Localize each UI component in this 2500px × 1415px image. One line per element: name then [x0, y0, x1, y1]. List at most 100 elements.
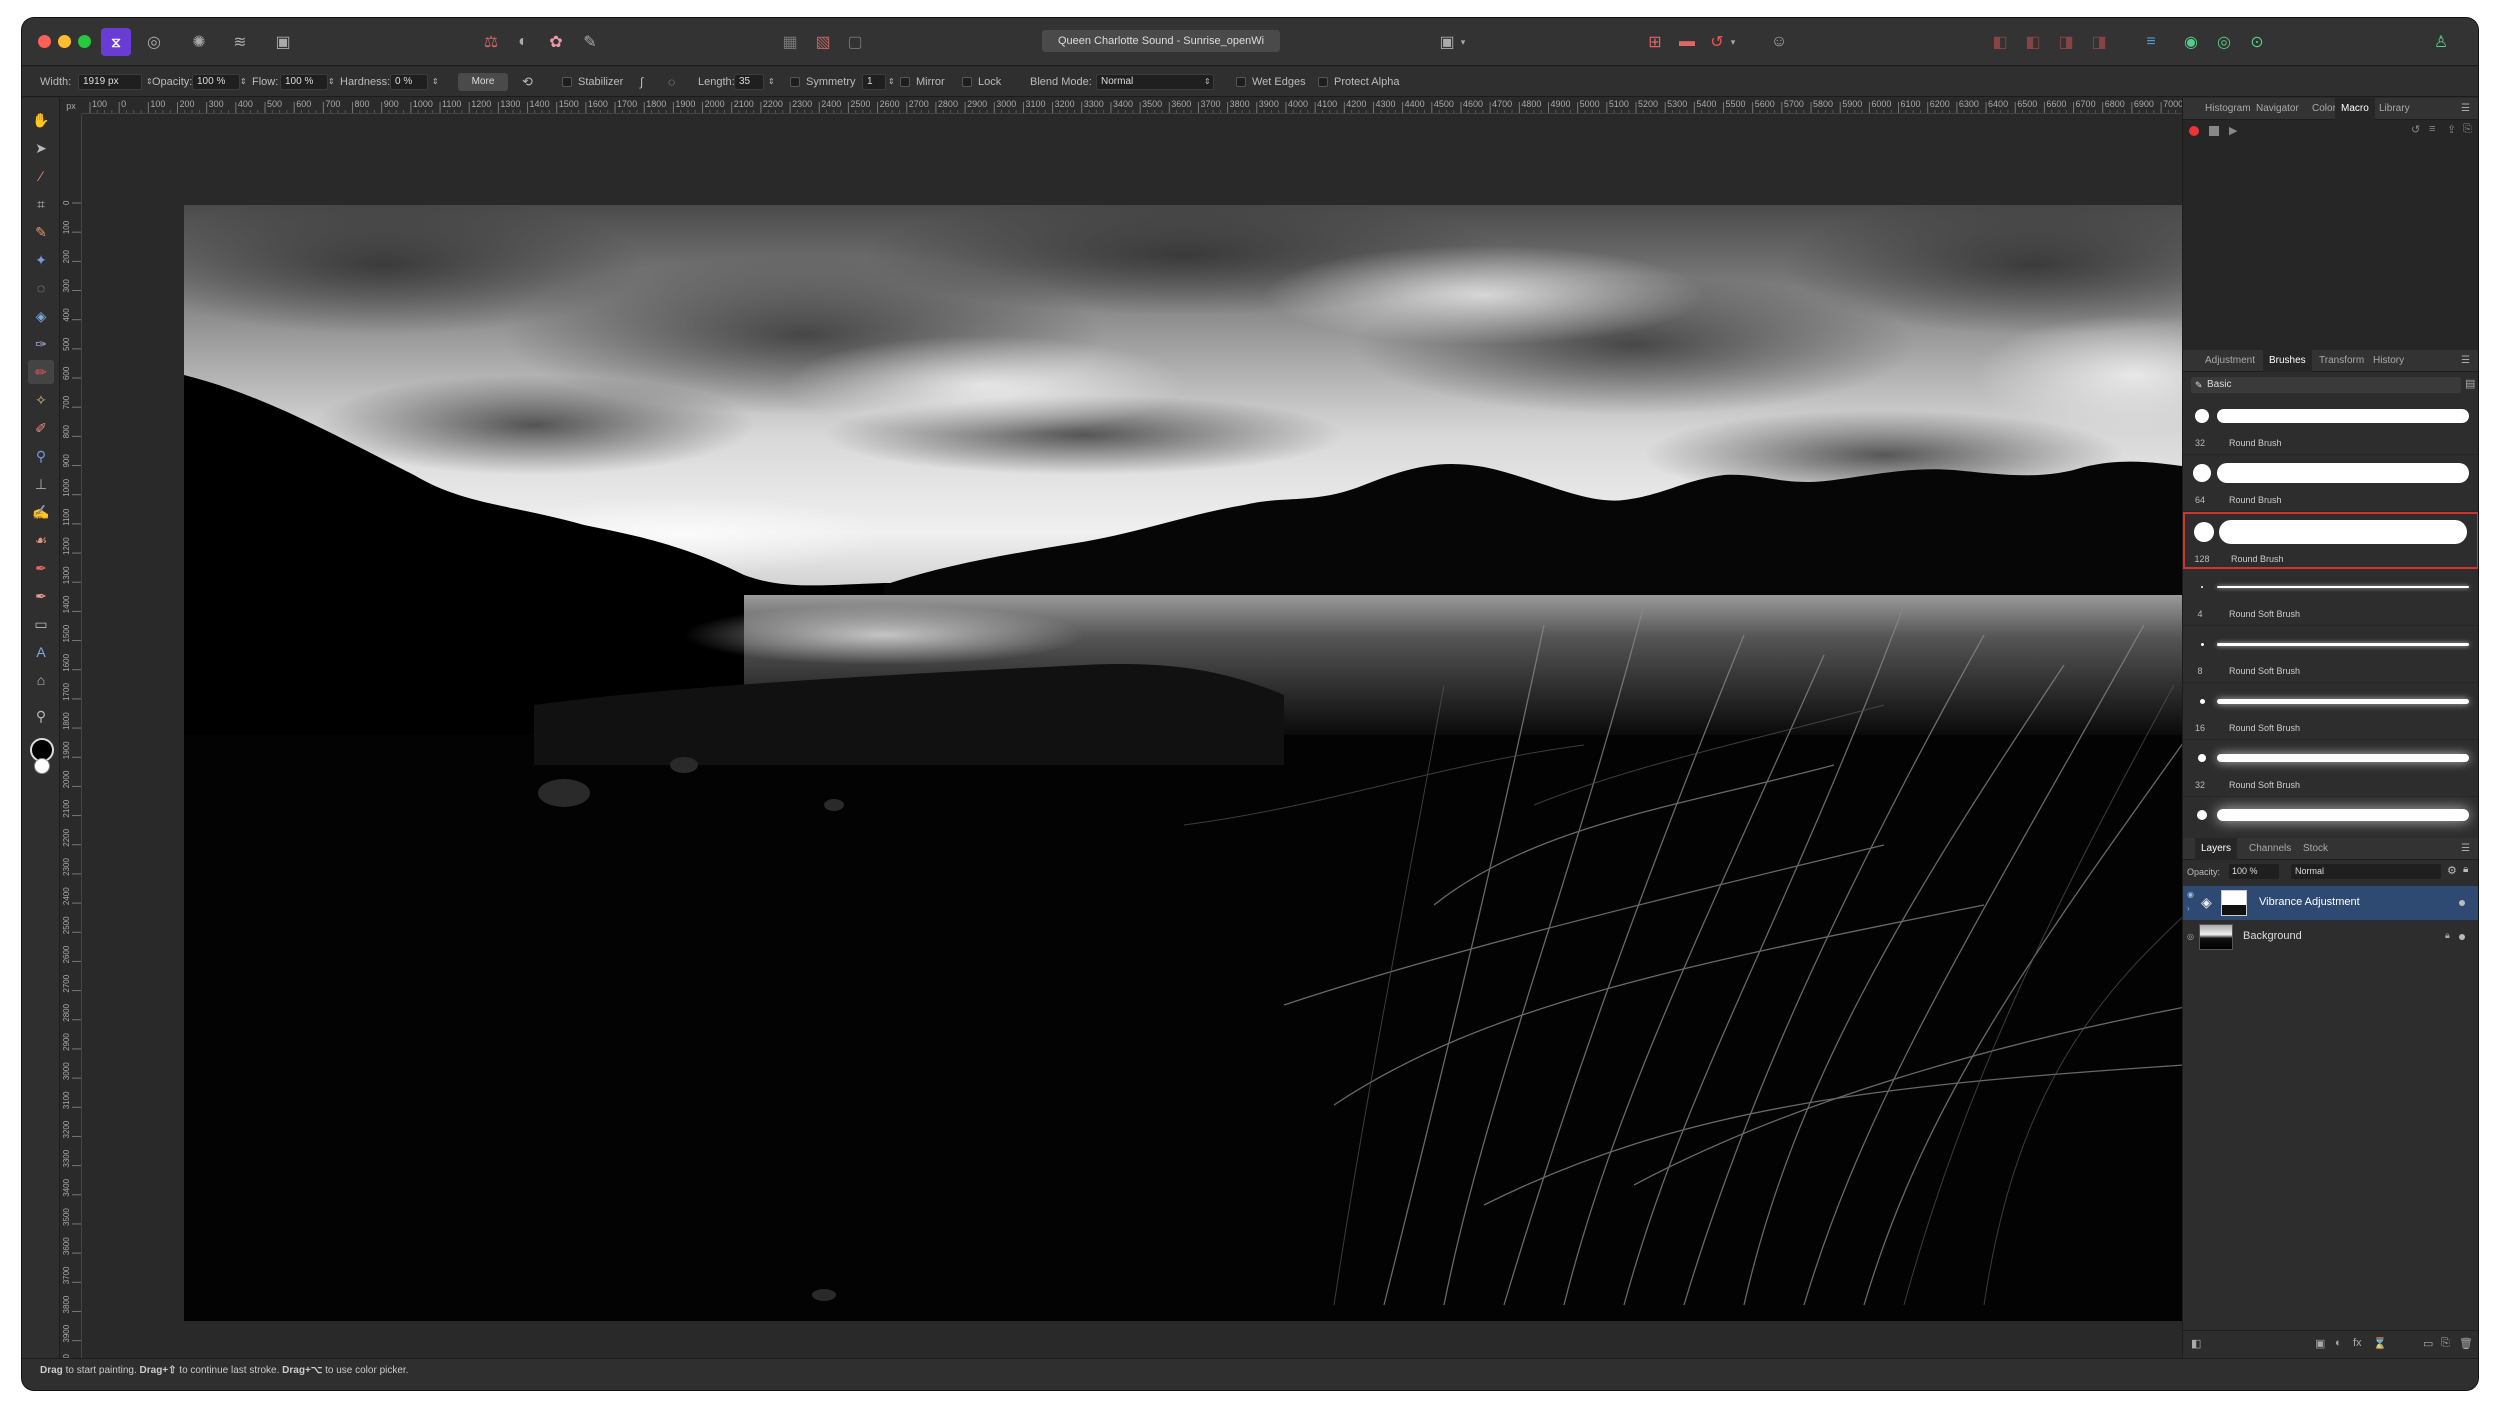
opacity-stepper-icon[interactable]: ⇕ — [240, 67, 247, 97]
panel-menu-icon[interactable]: ☰ — [2461, 838, 2470, 860]
opacity-field[interactable]: 100 % — [192, 74, 240, 90]
tab-layers[interactable]: Layers — [2195, 838, 2238, 860]
width-field[interactable]: 1919 px — [78, 74, 142, 90]
layer-panel-options-icon[interactable]: ◧ — [2191, 1337, 2201, 1350]
arrange-front-icon[interactable]: ◨ — [2084, 28, 2114, 56]
pen-tool-icon[interactable]: ✒ — [28, 584, 54, 608]
brush-options-icon[interactable]: ⟲ — [522, 67, 533, 97]
lock-icon[interactable]: 🔒︎ — [2463, 864, 2468, 875]
play-macro-icon[interactable]: ▶ — [2229, 124, 2237, 137]
dodge-tool-icon[interactable]: ⚲ — [28, 444, 54, 468]
boolean-intersect-icon[interactable]: ⊙ — [2242, 28, 2272, 56]
horizontal-ruler[interactable]: 100 0 100 200 300 400 500 600 700 800 900 1000 1100 1… — [82, 98, 2182, 114]
window-mode-icon[interactable]: ◌ — [668, 67, 675, 97]
snapping-icon[interactable]: ⊞ — [1640, 28, 1670, 56]
move-tool-icon[interactable]: ➤ — [28, 136, 54, 160]
stop-macro-icon[interactable] — [2209, 126, 2219, 136]
smudge-tool-icon[interactable]: ✍ — [28, 500, 54, 524]
panel-menu-icon[interactable]: ☰ — [2461, 350, 2470, 372]
tab-transform[interactable]: Transform — [2319, 350, 2364, 372]
brush-options-menu-icon[interactable]: ▤ — [2465, 377, 2475, 390]
arrange-back-icon[interactable]: ◧ — [1985, 28, 2015, 56]
brush-preset[interactable]: 128 Round Brush — [2183, 512, 2478, 569]
gear-icon[interactable]: ⚙ — [2447, 864, 2457, 877]
zoom-tool-icon[interactable]: ⚲ — [28, 704, 54, 728]
tab-library[interactable]: Library — [2379, 98, 2410, 120]
blend-mode-select[interactable]: Normal — [1096, 74, 1214, 90]
mirror-checkbox[interactable] — [900, 77, 910, 87]
minimize-window-button[interactable] — [58, 35, 71, 48]
brush-preset[interactable]: 32 Round Brush — [2183, 398, 2478, 455]
develop-persona-icon[interactable]: ✺ — [184, 28, 214, 56]
liquify-persona-icon[interactable]: ◎ — [139, 28, 169, 56]
document-title[interactable]: Queen Charlotte Sound - Sunrise_openWi — [1042, 30, 1280, 52]
red-eye-tool-icon[interactable]: ✒ — [28, 556, 54, 580]
length-stepper-icon[interactable]: ⇕ — [768, 67, 775, 97]
paint-brush-tool-icon[interactable]: ✏ — [28, 360, 54, 384]
tab-histogram[interactable]: Histogram — [2205, 98, 2251, 120]
mask-layer-icon[interactable]: ▣ — [2315, 1337, 2325, 1350]
arrange-forward-icon[interactable]: ◨ — [2051, 28, 2081, 56]
delete-layer-icon[interactable]: 🗑︎ — [2459, 1337, 2473, 1350]
lock-checkbox[interactable] — [962, 77, 972, 87]
user-account-icon[interactable]: ♙ — [2426, 28, 2456, 56]
auto-levels-icon[interactable]: ◐ — [508, 28, 538, 56]
layer-lock-icon[interactable]: 🔒︎ — [2445, 930, 2450, 941]
layers-opacity-field[interactable]: 100 % — [2229, 864, 2279, 879]
visibility-icon[interactable]: ◉ — [2187, 890, 2194, 899]
ruler-unit[interactable]: px — [60, 98, 82, 114]
more-button[interactable]: More — [458, 73, 508, 91]
selection-mode-icon[interactable]: ▦ — [775, 28, 805, 56]
adjustment-layer-icon[interactable]: ◐ — [2335, 1337, 2342, 1349]
layer-row-background[interactable]: ◎ Background 🔒︎ — [2183, 920, 2478, 954]
flood-select-tool-icon[interactable]: ✦ — [28, 248, 54, 272]
macro-export-icon[interactable]: ⇪ — [2447, 123, 2456, 136]
live-filter-icon[interactable]: ⌛ — [2373, 1337, 2387, 1350]
tab-macro[interactable]: Macro — [2335, 98, 2375, 120]
brush-preset[interactable]: 4 Round Soft Brush — [2183, 569, 2478, 626]
tab-adjustment[interactable]: Adjustment — [2205, 350, 2255, 372]
symmetry-stepper-icon[interactable]: ⇕ — [888, 67, 895, 97]
close-window-button[interactable] — [38, 35, 51, 48]
rope-mode-icon[interactable]: ∫ — [640, 67, 643, 97]
pixel-tool-icon[interactable]: ✧ — [28, 388, 54, 412]
assistant-icon[interactable]: ☺ — [1764, 28, 1794, 56]
add-pixel-layer-icon[interactable]: ⎘ — [2441, 1337, 2450, 1350]
brush-preset[interactable]: 16 Round Soft Brush — [2183, 683, 2478, 740]
brush-category-select[interactable]: ✎ Basic — [2191, 377, 2461, 393]
tab-color[interactable]: Color — [2312, 98, 2336, 120]
blemish-tool-icon[interactable]: ☙ — [28, 528, 54, 552]
text-tool-icon[interactable]: A — [28, 640, 54, 664]
hardness-stepper-icon[interactable]: ⇕ — [432, 67, 439, 97]
sync-icon[interactable]: ⚖ — [476, 28, 506, 56]
hand-tool-icon[interactable]: ✋ — [28, 108, 54, 132]
flow-field[interactable]: 100 % — [280, 74, 328, 90]
wet-edges-checkbox[interactable] — [1236, 77, 1246, 87]
hardness-field[interactable]: 0 % — [390, 74, 428, 90]
visibility-icon[interactable]: ◎ — [2187, 932, 2194, 941]
tab-history[interactable]: History — [2373, 350, 2404, 372]
mesh-warp-tool-icon[interactable]: ⌂ — [28, 668, 54, 692]
protect-alpha-checkbox[interactable] — [1318, 77, 1328, 87]
length-field[interactable]: 35 — [734, 74, 764, 90]
zoom-window-button[interactable] — [78, 35, 91, 48]
layers-blend-select[interactable]: Normal — [2291, 864, 2441, 879]
flow-stepper-icon[interactable]: ⇕ — [328, 67, 335, 97]
vertical-ruler[interactable]: 0 100 200 300 400 500 600 700 800 900 1000 1100 1200… — [60, 114, 82, 1358]
export-persona-icon[interactable]: ▣ — [268, 28, 298, 56]
macro-list-icon[interactable]: ≡ — [2429, 123, 2435, 135]
tone-mapping-persona-icon[interactable]: ≋ — [225, 28, 255, 56]
fx-icon[interactable]: fx — [2353, 1337, 2362, 1349]
selection-brush-tool-icon[interactable]: ✎ — [28, 220, 54, 244]
auto-color-icon[interactable]: ✿ — [541, 28, 571, 56]
align-icon[interactable]: ≡ — [2136, 28, 2166, 56]
tab-navigator[interactable]: Navigator — [2256, 98, 2299, 120]
boolean-subtract-icon[interactable]: ◎ — [2209, 28, 2239, 56]
layer-visibility-dot[interactable] — [2459, 934, 2465, 940]
snapping-toggle-icon[interactable]: ▬ — [1672, 28, 1702, 56]
mask-thumbnail[interactable] — [2221, 890, 2247, 916]
affinity-photo-icon[interactable]: ⧖ — [101, 28, 131, 56]
auto-white-balance-icon[interactable]: ✎ — [575, 28, 605, 56]
refine-selection-icon[interactable]: ▢ — [840, 28, 870, 56]
flood-fill-tool-icon[interactable]: ◈ — [28, 304, 54, 328]
